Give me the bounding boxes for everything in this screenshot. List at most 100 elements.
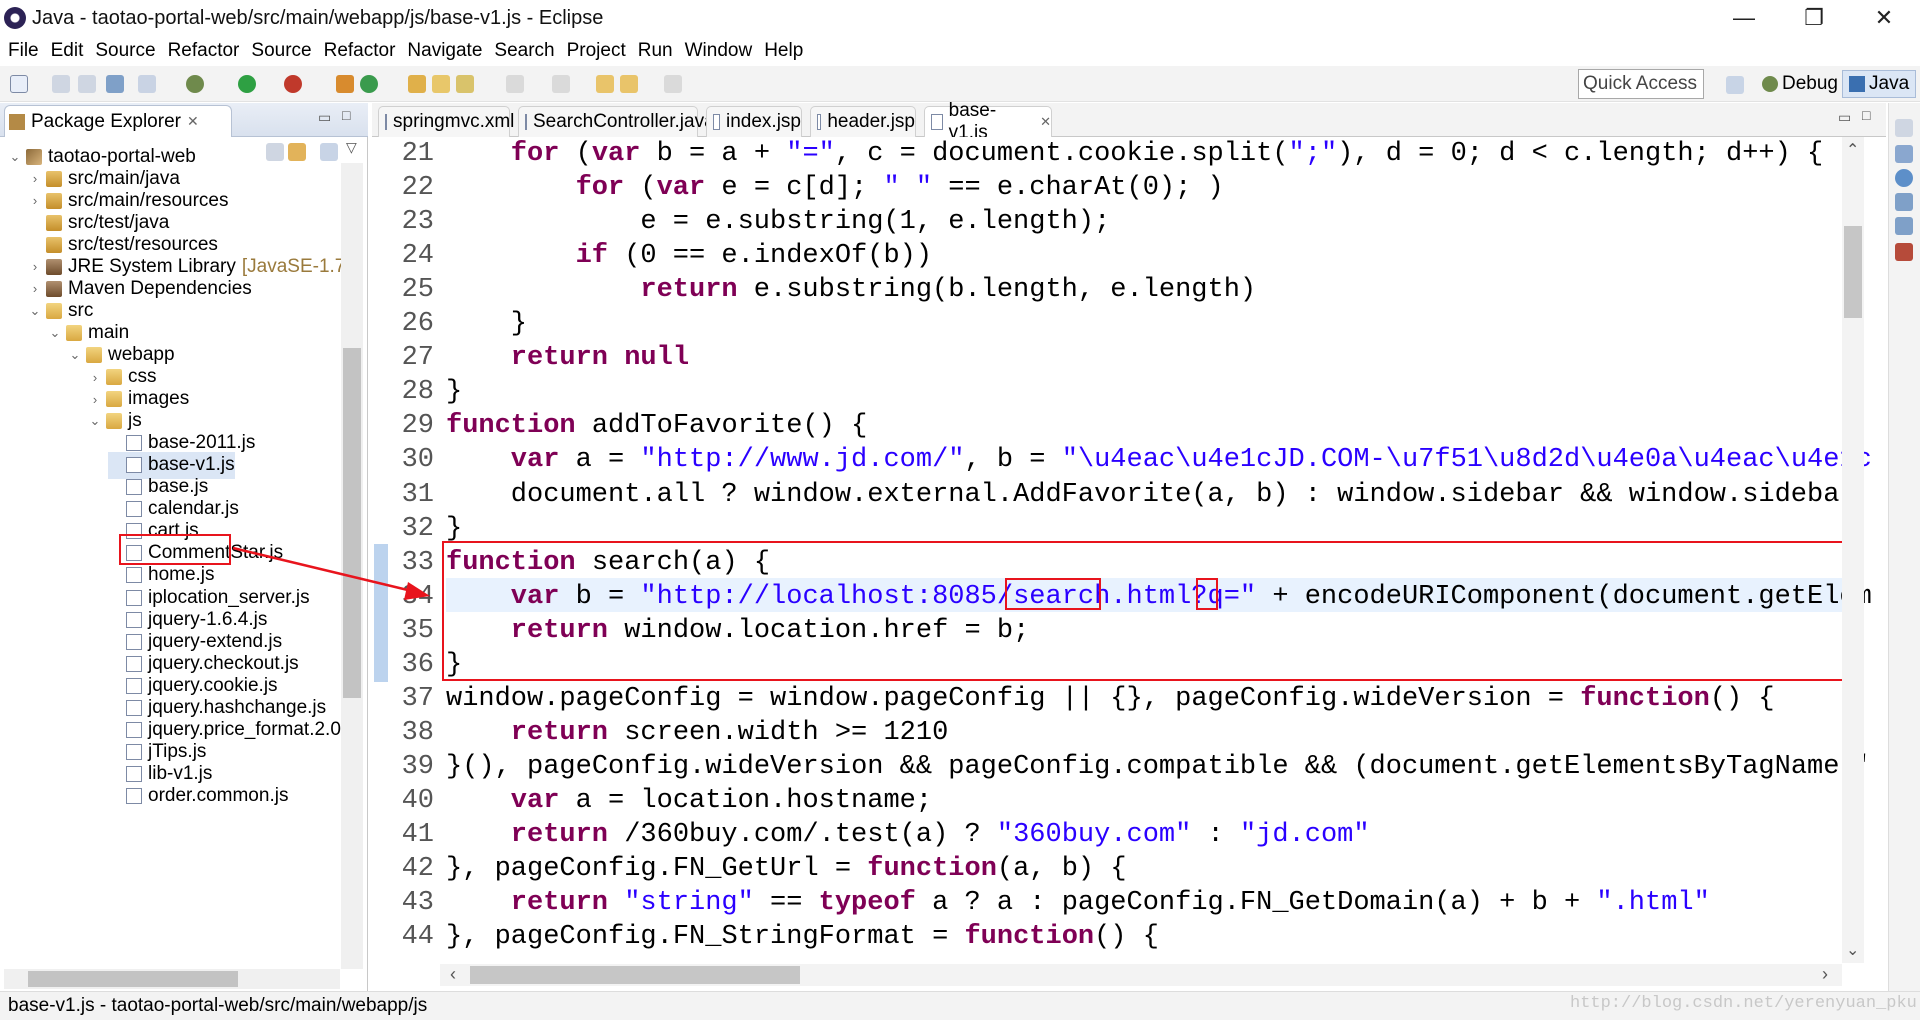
toggle-breakpoint-icon[interactable] (138, 75, 156, 93)
prev-annotation-icon[interactable] (552, 75, 570, 93)
js-file-icon (126, 589, 142, 606)
collapse-all-icon[interactable] (266, 143, 284, 161)
line-number: 24 (401, 241, 434, 272)
quick-access-field[interactable]: Quick Access (1578, 69, 1704, 99)
keyword-token: function (446, 411, 576, 442)
editor-tab-label: index.jsp (726, 111, 801, 132)
menu-item[interactable]: Run (638, 40, 673, 62)
editor-tab[interactable]: base-v1.js ✕ (924, 100, 1052, 143)
keyword-token: for (510, 139, 560, 169)
editor-tab[interactable]: index.jsp (706, 106, 802, 137)
editor-hscroll-thumb[interactable] (470, 966, 800, 984)
keyword-token: function (867, 854, 997, 885)
editor-tab[interactable]: header.jsp (810, 106, 916, 137)
expand-closed-icon[interactable]: › (88, 392, 102, 407)
expand-closed-icon[interactable]: › (28, 193, 42, 208)
restore-view-icon[interactable] (1895, 119, 1913, 137)
editor-tab[interactable]: springmvc.xml (378, 106, 514, 137)
string-token: "string" (624, 888, 754, 919)
menu-item[interactable]: Source (95, 40, 155, 62)
search-icon[interactable] (456, 75, 474, 93)
open-type-icon[interactable] (408, 75, 426, 93)
save-icon[interactable] (52, 75, 70, 93)
next-annotation-icon[interactable] (506, 75, 524, 93)
expand-closed-icon[interactable]: › (28, 259, 42, 274)
new-java-project-icon[interactable] (336, 75, 354, 93)
minimize-view-icon[interactable]: ▭ (318, 109, 331, 126)
perspective-debug[interactable]: Debug (1756, 70, 1844, 98)
string-token: "360buy.com" (996, 820, 1192, 850)
debug-icon[interactable] (186, 75, 204, 93)
window-title: Java - taotao-portal-web/src/main/webapp… (32, 6, 604, 29)
menu-item[interactable]: Project (567, 40, 626, 62)
open-perspective-icon[interactable] (1726, 76, 1744, 94)
js-file-icon (126, 677, 142, 694)
annotation-icon[interactable] (1895, 169, 1913, 187)
expand-open-icon[interactable]: ⌄ (28, 303, 42, 319)
console-icon[interactable] (106, 75, 124, 93)
minimize-button[interactable]: — (1712, 0, 1776, 36)
task-list-icon[interactable] (1895, 145, 1913, 163)
menu-item[interactable]: Source (251, 40, 311, 62)
editor-tab[interactable]: SearchController.java (518, 106, 715, 137)
close-tab-icon[interactable]: ✕ (1040, 114, 1051, 130)
right-trim-stack (1888, 103, 1920, 991)
focus-task-icon[interactable] (320, 143, 338, 161)
string-token: "jd.com" (1239, 820, 1370, 850)
string-token: "http://www.jd.com/" (640, 445, 965, 476)
expand-open-icon[interactable]: ⌄ (48, 325, 62, 341)
close-button[interactable]: ✕ (1852, 0, 1916, 36)
tab-package-explorer[interactable]: Package Explorer ✕ (4, 105, 232, 137)
forward-icon[interactable] (664, 75, 682, 93)
editor-maximize-icon[interactable]: □ (1862, 107, 1870, 123)
scroll-down-icon[interactable]: ⌄ (1846, 940, 1859, 960)
open-task-icon[interactable] (432, 75, 450, 93)
expand-closed-icon[interactable]: › (88, 370, 102, 385)
menu-item[interactable]: Edit (51, 40, 84, 62)
close-icon[interactable]: ✕ (187, 113, 199, 130)
menu-item[interactable]: Refactor (324, 40, 396, 62)
package-explorer-hscroll-thumb[interactable] (28, 971, 238, 987)
console-view-icon[interactable] (1895, 217, 1913, 235)
menu-item[interactable]: Refactor (168, 40, 240, 62)
code-token: a = location.hostname; (559, 785, 933, 816)
code-token: window.pageConfig = window.pageConfig ||… (446, 683, 1581, 714)
back-icon[interactable] (620, 75, 638, 93)
line-number: 38 (401, 717, 434, 748)
expand-open-icon[interactable]: ⌄ (8, 149, 22, 165)
restore-button[interactable]: ❐ (1782, 0, 1846, 36)
menu-item[interactable]: Window (685, 40, 753, 62)
code-token: , b = (964, 445, 1062, 476)
link-with-editor-icon[interactable] (288, 143, 306, 161)
last-edit-icon[interactable] (596, 75, 614, 93)
new-class-icon[interactable] (360, 75, 378, 93)
view-menu-icon[interactable]: ▽ (346, 139, 357, 156)
external-tools-icon[interactable] (284, 75, 302, 93)
menu-item[interactable]: File (8, 40, 39, 62)
run-icon[interactable] (238, 75, 256, 93)
menu-item[interactable]: Search (494, 40, 554, 62)
perspective-java[interactable]: Java (1842, 70, 1917, 98)
editor-minimize-icon[interactable]: ▭ (1838, 109, 1851, 126)
new-icon[interactable] (10, 75, 28, 93)
scroll-left-icon[interactable]: ‹ (450, 964, 456, 985)
code-text: document.all ? window.external.AddFavori… (511, 478, 1856, 512)
menu-item[interactable]: Navigate (407, 40, 482, 62)
package-explorer-vscroll-thumb[interactable] (343, 348, 361, 698)
expand-closed-icon[interactable]: › (28, 281, 42, 296)
expand-closed-icon[interactable]: › (28, 171, 42, 186)
expand-open-icon[interactable]: ⌄ (68, 347, 82, 363)
menu-item[interactable]: Help (764, 40, 803, 62)
junit-icon[interactable] (1895, 243, 1913, 261)
code-text: return screen.width >= 1210 (511, 716, 948, 750)
editor-vscroll-thumb[interactable] (1844, 226, 1862, 318)
save-all-icon[interactable] (78, 75, 96, 93)
code-text: }, pageConfig.FN_GetUrl = function(a, b)… (446, 852, 1127, 886)
scroll-right-icon[interactable]: › (1822, 964, 1828, 985)
outline-icon[interactable] (1895, 193, 1913, 211)
scroll-up-icon[interactable]: ⌃ (1846, 140, 1859, 160)
maximize-view-icon[interactable]: □ (342, 107, 350, 123)
expand-open-icon[interactable]: ⌄ (88, 413, 102, 429)
tree-item[interactable]: order.common.js (108, 782, 288, 809)
